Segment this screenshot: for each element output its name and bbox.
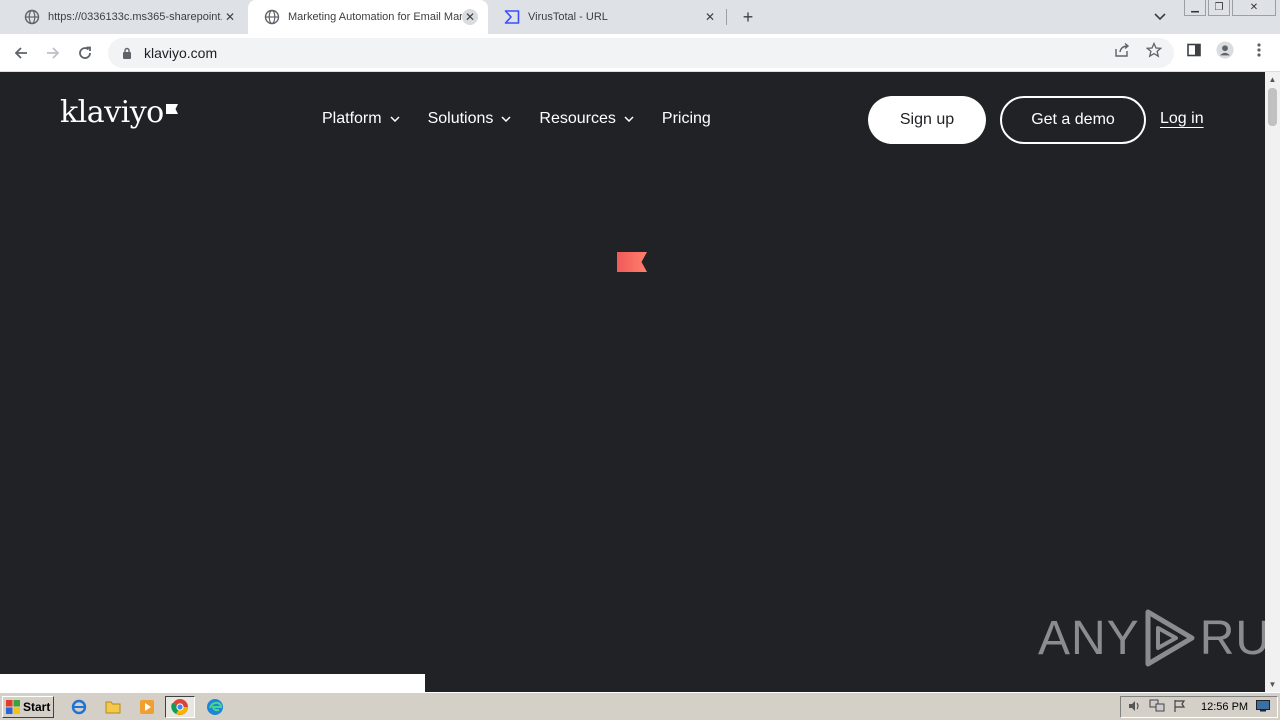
tab-klaviyo[interactable]: Marketing Automation for Email Mark ✕ (248, 0, 488, 34)
browser-toolbar: klaviyo.com (0, 34, 1280, 72)
close-icon[interactable]: ✕ (462, 9, 478, 25)
folder-icon[interactable] (104, 698, 122, 716)
chevron-down-icon (501, 116, 511, 122)
nav-platform[interactable]: Platform (322, 110, 400, 128)
tab-title: VirusTotal - URL (528, 11, 608, 23)
play-icon (1144, 608, 1196, 668)
tab-sharepoint[interactable]: https://0336133c.ms365-sharepoint. ✕ (8, 0, 248, 34)
network-icon[interactable] (1149, 699, 1165, 716)
system-tray: 12:56 PM (1120, 696, 1278, 718)
chrome-icon[interactable] (165, 696, 195, 718)
nav-label: Pricing (661, 110, 711, 127)
restore-button[interactable]: ❐ (1208, 0, 1230, 16)
globe-icon (264, 9, 280, 25)
minimize-button[interactable]: ▁ (1184, 0, 1206, 16)
forward-button[interactable] (42, 42, 64, 64)
logo-wordmark: klaviyo (60, 95, 164, 130)
loading-flag-icon (617, 252, 647, 277)
close-window-button[interactable]: ✕ (1232, 0, 1276, 16)
new-tab-button[interactable]: + (738, 7, 758, 27)
scroll-down-icon[interactable]: ▼ (1265, 677, 1280, 692)
windows-logo-icon (6, 700, 20, 714)
klaviyo-logo[interactable]: klaviyo (60, 98, 178, 128)
nav-label: Solutions (427, 110, 494, 127)
chevron-down-icon (390, 116, 400, 122)
flag-icon[interactable] (1173, 699, 1187, 716)
nav-label: Platform (322, 110, 382, 127)
chevron-down-icon[interactable] (1152, 9, 1168, 25)
tab-strip: https://0336133c.ms365-sharepoint. ✕ Mar… (0, 0, 1280, 34)
edge-icon[interactable] (206, 698, 224, 716)
loading-bar (0, 674, 425, 692)
reload-button[interactable] (74, 42, 96, 64)
taskbar: Start 12:56 PM (0, 692, 1280, 720)
more-menu-icon[interactable] (1250, 41, 1268, 59)
close-icon[interactable]: ✕ (702, 9, 718, 25)
lock-icon[interactable] (120, 46, 134, 60)
anyrun-watermark: ANY RUN (1038, 608, 1265, 668)
scroll-thumb[interactable] (1268, 88, 1277, 126)
nav-solutions[interactable]: Solutions (428, 110, 512, 128)
page-viewport: klaviyo Platform Solutions Resources Pri… (0, 72, 1265, 692)
start-button[interactable]: Start (2, 696, 54, 718)
show-desktop-icon[interactable] (1256, 699, 1271, 715)
nav-pricing[interactable]: Pricing (662, 110, 711, 128)
tab-virustotal[interactable]: VirusTotal - URL ✕ (488, 0, 728, 34)
volume-icon[interactable] (1127, 699, 1141, 716)
sign-up-button[interactable]: Sign up (868, 96, 986, 144)
close-icon[interactable]: ✕ (222, 9, 238, 25)
logo-flag-icon (165, 101, 178, 119)
internet-explorer-icon[interactable] (70, 698, 88, 716)
log-in-link[interactable]: Log in (1160, 110, 1204, 128)
watermark-right: RUN (1199, 611, 1265, 665)
media-player-icon[interactable] (138, 698, 156, 716)
bookmark-star-icon[interactable] (1145, 41, 1163, 59)
start-label: Start (23, 700, 51, 714)
clock[interactable]: 12:56 PM (1201, 701, 1248, 713)
scroll-up-icon[interactable]: ▲ (1265, 72, 1280, 87)
side-panel-icon[interactable] (1185, 41, 1203, 59)
main-nav: Platform Solutions Resources Pricing (322, 110, 711, 128)
share-icon[interactable] (1113, 41, 1131, 59)
url-text: klaviyo.com (144, 45, 218, 61)
globe-icon (24, 9, 40, 25)
profile-avatar-icon[interactable] (1216, 41, 1234, 59)
back-button[interactable] (10, 42, 32, 64)
chevron-down-icon (624, 116, 634, 122)
nav-label: Resources (539, 110, 616, 127)
tab-title: Marketing Automation for Email Mark (288, 11, 462, 23)
get-a-demo-button[interactable]: Get a demo (1000, 96, 1146, 144)
vertical-scrollbar[interactable]: ▲ ▼ (1265, 72, 1280, 692)
nav-resources[interactable]: Resources (539, 110, 634, 128)
watermark-left: ANY (1038, 611, 1140, 665)
tab-title: https://0336133c.ms365-sharepoint. (48, 11, 222, 23)
virustotal-icon (504, 9, 520, 25)
address-bar[interactable]: klaviyo.com (108, 38, 1174, 68)
tab-separator (726, 9, 727, 25)
